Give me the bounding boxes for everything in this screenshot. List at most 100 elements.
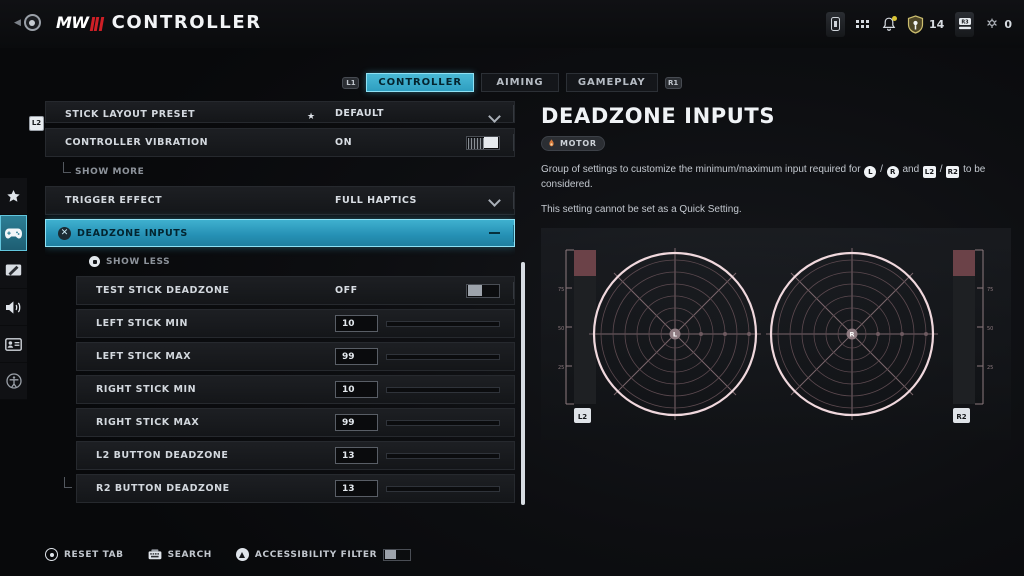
right-bumper-icon: R1 bbox=[664, 76, 682, 89]
row-label: TEST STICK DEADZONE bbox=[96, 285, 230, 296]
favorite-star-icon[interactable]: ★ bbox=[307, 111, 315, 122]
tab-controller[interactable]: CONTROLLER bbox=[366, 73, 474, 92]
page-title: CONTROLLER bbox=[111, 12, 262, 33]
sidebar-item-controller[interactable] bbox=[0, 215, 27, 252]
triangle-button-icon bbox=[235, 548, 249, 561]
setting-row-right-stick-min[interactable]: RIGHT STICK MIN 10 bbox=[76, 375, 515, 404]
value-slider[interactable] bbox=[386, 419, 500, 426]
scrollbar-thumb[interactable] bbox=[521, 262, 525, 505]
sidebar-item-accessibility[interactable] bbox=[0, 363, 27, 400]
value-text: 13 bbox=[342, 450, 355, 461]
value-slider[interactable] bbox=[386, 452, 500, 459]
sidebar-item-favorites[interactable] bbox=[0, 178, 27, 215]
back-button[interactable]: ◀ bbox=[14, 14, 41, 31]
value-slider[interactable] bbox=[386, 386, 500, 393]
corner-bracket-icon bbox=[64, 477, 72, 488]
setting-row-test-stick-deadzone[interactable]: TEST STICK DEADZONE OFF bbox=[76, 276, 515, 305]
value-input[interactable]: 99 bbox=[335, 348, 378, 365]
collapse-minus-icon[interactable] bbox=[489, 232, 500, 234]
settings-list[interactable]: STICK LAYOUT PRESET ★ DEFAULT CONTROLLER… bbox=[45, 101, 515, 513]
status-badge: MOTOR bbox=[541, 136, 605, 151]
row-label: LEFT STICK MAX bbox=[96, 351, 192, 362]
account-card-icon bbox=[5, 337, 22, 351]
setting-row-right-stick-max[interactable]: RIGHT STICK MAX 99 bbox=[76, 408, 515, 437]
sidebar-item-graphics[interactable] bbox=[0, 252, 27, 289]
accessibility-filter-button[interactable]: ACCESSIBILITY FILTER bbox=[235, 548, 412, 561]
network-item[interactable]: 0 bbox=[985, 18, 1012, 31]
svg-text:25: 25 bbox=[987, 365, 993, 371]
svg-text:75: 75 bbox=[558, 287, 564, 293]
mw3-logo-text: MW bbox=[56, 12, 89, 32]
chevron-down-icon[interactable] bbox=[489, 111, 500, 122]
description-text-1: Group of settings to customize the minim… bbox=[541, 163, 861, 175]
bell-notification-icon[interactable] bbox=[882, 15, 898, 32]
detail-panel: DEADZONE INPUTS MOTOR Group of settings … bbox=[541, 104, 1011, 215]
grid-menu-icon[interactable] bbox=[856, 19, 871, 30]
setting-row-left-stick-max[interactable]: LEFT STICK MAX 99 bbox=[76, 342, 515, 371]
show-less-link[interactable]: SHOW LESS bbox=[45, 251, 515, 272]
value-text: 99 bbox=[342, 351, 355, 362]
sidebar-rail bbox=[0, 178, 27, 400]
value-slider[interactable] bbox=[386, 485, 500, 492]
status-badge-label: MOTOR bbox=[560, 139, 597, 148]
tab-gameplay[interactable]: GAMEPLAY bbox=[565, 73, 658, 92]
accessibility-filter-toggle[interactable] bbox=[383, 548, 412, 561]
r3-back-icon bbox=[23, 14, 41, 31]
setting-row-deadzone-inputs[interactable]: ✕ DEADZONE INPUTS bbox=[45, 219, 515, 247]
keyboard-icon bbox=[148, 549, 162, 560]
corner-bracket-icon bbox=[63, 162, 71, 173]
show-more-link[interactable]: SHOW MORE bbox=[45, 161, 515, 182]
value-input[interactable]: 13 bbox=[335, 447, 378, 464]
setting-row-r2-button-deadzone[interactable]: R2 BUTTON DEADZONE 13 bbox=[64, 474, 515, 503]
row-label: R2 BUTTON DEADZONE bbox=[96, 483, 230, 494]
value-slider[interactable] bbox=[386, 320, 500, 327]
setting-row-l2-button-deadzone[interactable]: L2 BUTTON DEADZONE 13 bbox=[76, 441, 515, 470]
value-input[interactable]: 10 bbox=[335, 381, 378, 398]
slash-1: / bbox=[880, 163, 883, 175]
mw3-logo: MW bbox=[56, 12, 104, 32]
vibration-toggle[interactable] bbox=[466, 135, 500, 150]
setting-row-controller-vibration[interactable]: CONTROLLER VIBRATION ON bbox=[45, 128, 515, 157]
reset-tab-button[interactable]: RESET TAB bbox=[45, 548, 124, 561]
chevron-down-icon[interactable] bbox=[489, 195, 500, 206]
network-count: 0 bbox=[1004, 17, 1012, 31]
and-text: and bbox=[902, 163, 920, 175]
test-stick-deadzone-toggle[interactable] bbox=[466, 283, 500, 298]
value-input[interactable]: 99 bbox=[335, 414, 378, 431]
svg-text:50: 50 bbox=[987, 326, 993, 332]
row-label: L2 BUTTON DEADZONE bbox=[96, 450, 229, 461]
setting-row-stick-layout-preset[interactable]: STICK LAYOUT PRESET ★ DEFAULT bbox=[45, 101, 515, 123]
mw3-logo-bars bbox=[89, 16, 104, 31]
svg-text:L2: L2 bbox=[578, 413, 587, 421]
right-stick-center-glyph: R bbox=[849, 330, 854, 338]
value-text: 10 bbox=[342, 384, 355, 395]
setting-row-trigger-effect[interactable]: TRIGGER EFFECT FULL HAPTICS bbox=[45, 186, 515, 215]
battery-icon[interactable] bbox=[826, 11, 846, 37]
value-slider[interactable] bbox=[386, 353, 500, 360]
row-divider bbox=[513, 224, 514, 242]
value-input[interactable]: 13 bbox=[335, 480, 378, 497]
svg-text:R3: R3 bbox=[961, 20, 969, 26]
tab-aiming[interactable]: AIMING bbox=[480, 73, 559, 92]
tab-bar: L1 CONTROLLER AIMING GAMEPLAY R1 bbox=[0, 73, 1024, 92]
row-label: RIGHT STICK MAX bbox=[96, 417, 200, 428]
close-x-icon[interactable]: ✕ bbox=[58, 226, 71, 240]
value-input[interactable]: 10 bbox=[335, 315, 378, 332]
left-stick-center-glyph: L bbox=[673, 330, 677, 338]
slash-2: / bbox=[939, 163, 943, 175]
shield-emblem-count: 14 bbox=[929, 17, 945, 31]
accessibility-icon bbox=[5, 373, 22, 389]
svg-text:25: 25 bbox=[558, 365, 564, 371]
r3-key-icon[interactable]: R3 bbox=[955, 11, 975, 37]
setting-row-left-stick-min[interactable]: LEFT STICK MIN 10 bbox=[76, 309, 515, 338]
sidebar-item-audio[interactable] bbox=[0, 289, 27, 326]
search-button[interactable]: SEARCH bbox=[148, 549, 212, 560]
toggle-knob bbox=[484, 137, 498, 148]
row-label: RIGHT STICK MIN bbox=[96, 384, 197, 395]
bottom-action-bar: RESET TAB SEARCH ACCESSIBILITY FILTER bbox=[45, 548, 412, 561]
row-value: DEFAULT bbox=[335, 108, 385, 119]
value-text: 99 bbox=[342, 417, 355, 428]
sidebar-item-account[interactable] bbox=[0, 326, 27, 363]
motor-icon bbox=[549, 138, 554, 146]
shield-emblem-item[interactable]: 14 bbox=[907, 14, 945, 34]
